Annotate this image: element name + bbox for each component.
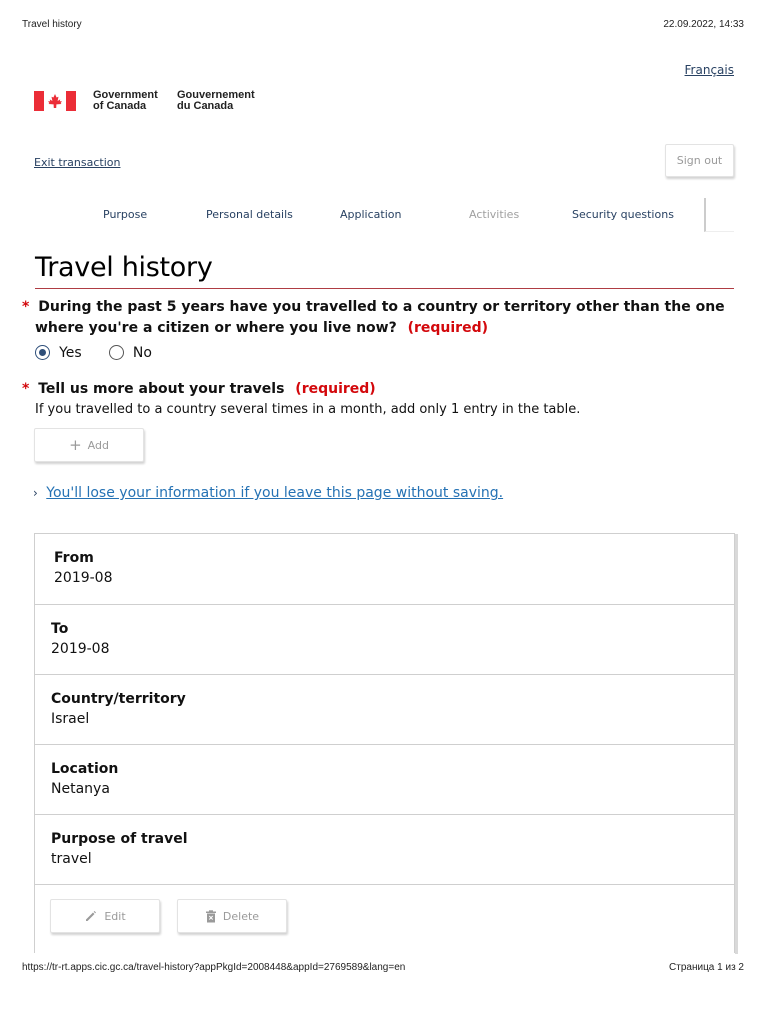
required-star: * [22,381,30,397]
chevron-right-icon: › [33,486,38,500]
add-travel-label: Add [87,438,109,452]
plus-icon: + [69,436,82,454]
question-travels-text: Tell us more about your travels [38,381,285,397]
travels-hint: If you travelled to a country several ti… [35,402,581,417]
table-row: Purpose of travel travel [35,815,734,885]
travel-entry-card: From 2019-08 To 2019-08 Country/territor… [34,533,738,954]
add-travel-button[interactable]: + Add [34,428,144,462]
field-value-purpose: travel [51,851,92,867]
question-travelled-text-line2: where you're a citizen or where you live… [35,320,397,336]
required-star: * [22,299,30,315]
field-label-from: From [54,550,94,566]
step-personal-details[interactable]: Personal details [206,208,293,221]
print-footer-url: https://tr-rt.apps.cic.gc.ca/travel-hist… [22,962,406,973]
radio-group-travelled: Yes No [35,342,152,361]
table-row: Location Netanya [35,745,734,815]
required-marker: (required) [407,320,488,336]
field-label-country: Country/territory [51,691,186,707]
field-label-purpose: Purpose of travel [51,831,188,847]
step-navigation: Purpose Personal details Application Act… [34,196,734,234]
field-value-location: Netanya [51,781,110,797]
radio-no-label: No [132,344,152,361]
field-value-to: 2019-08 [51,641,110,657]
table-row: Country/territory Israel [35,675,734,745]
unsaved-warning[interactable]: › You'll lose your information if you le… [33,485,503,501]
field-label-location: Location [51,761,119,777]
question-travelled-label: * During the past 5 years have you trave… [22,297,725,318]
delete-button[interactable]: Delete [177,899,287,933]
step-application[interactable]: Application [340,208,401,221]
signature-en-line2: of Canada [93,100,147,112]
sign-out-button[interactable]: Sign out [665,144,734,177]
question-travelled-label-line2: where you're a citizen or where you live… [35,318,488,339]
radio-no[interactable]: No [108,342,152,361]
signature-fr-line2: du Canada [177,100,234,112]
edit-label: Edit [104,909,126,923]
field-value-from: 2019-08 [54,570,113,586]
step-security-questions[interactable]: Security questions [572,208,674,221]
radio-yes[interactable]: Yes [35,342,82,361]
step-purpose[interactable]: Purpose [103,208,147,221]
unsaved-warning-link[interactable]: You'll lose your information if you leav… [46,485,503,501]
table-row: From 2019-08 [35,534,734,605]
card-scroll-edge [735,534,738,954]
table-row: To 2019-08 [35,605,734,675]
field-label-to: To [51,621,69,637]
question-travels-label: * Tell us more about your travels (requi… [22,379,376,400]
title-divider [35,288,734,289]
exit-transaction-link[interactable]: Exit transaction [34,156,120,169]
radio-no-button[interactable] [108,345,124,360]
canada-flag-icon [34,91,76,111]
print-header-timestamp: 22.09.2022, 14:33 [663,19,744,30]
step-nav-scroll-edge[interactable] [704,198,734,232]
step-activities: Activities [469,208,520,221]
question-travelled-text-line1: During the past 5 years have you travell… [38,299,725,315]
print-header-title: Travel history [22,19,82,30]
sign-out-label: Sign out [676,154,723,167]
field-value-country: Israel [51,711,90,727]
radio-yes-button[interactable] [35,345,50,360]
page-title: Travel history [35,252,213,283]
radio-yes-label: Yes [59,344,82,361]
edit-button[interactable]: Edit [50,899,160,933]
print-footer-page: Страница 1 из 2 [669,962,744,973]
trash-icon [205,909,216,922]
language-toggle-link[interactable]: Français [685,63,734,77]
delete-label: Delete [222,909,260,923]
required-marker: (required) [295,381,376,397]
pencil-icon [86,911,97,921]
